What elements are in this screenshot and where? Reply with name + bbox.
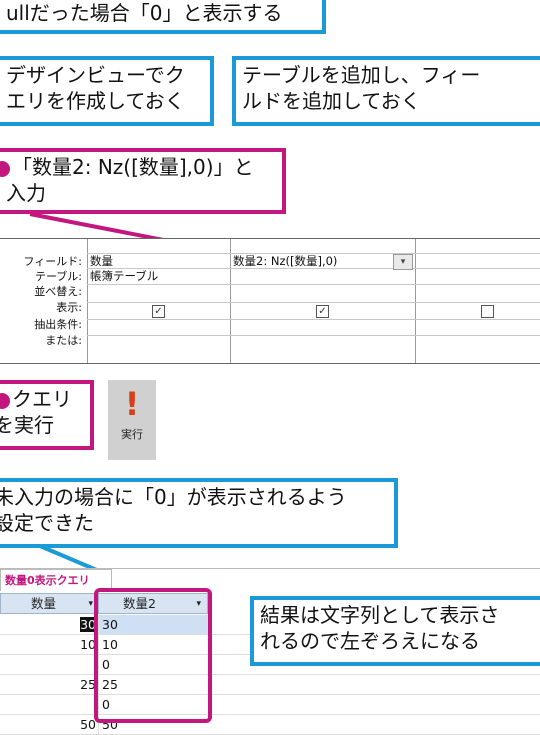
callout-string-line1: 結果は文字列として表示さ bbox=[260, 603, 500, 627]
show-checkbox-col3[interactable] bbox=[481, 305, 494, 318]
cell-quantity[interactable]: 25 bbox=[0, 675, 98, 694]
table-row[interactable]: 50 50 bbox=[0, 715, 540, 735]
row-label-criteria: 抽出条件: bbox=[34, 318, 82, 331]
grid-row-divider bbox=[87, 319, 540, 320]
callout-step3-line2: を実行 bbox=[0, 413, 54, 437]
cell-quantity[interactable]: 10 bbox=[0, 635, 98, 654]
grid-divider bbox=[87, 239, 88, 363]
callout-step2-line2: 入力 bbox=[6, 181, 46, 205]
query-design-grid: フィールド: テーブル: 並べ替え: 表示: 抽出条件: または: 数量 帳簿テ… bbox=[0, 238, 540, 364]
callout-step3-line1: クエリ bbox=[0, 386, 84, 412]
callout-result-line1: 未入力の場合に「0」が表示されるよう bbox=[0, 485, 347, 509]
callout-step2-line1: 「数量2: Nz([数量],0)」と bbox=[0, 154, 276, 180]
callout-design-view-line2: エリを作成しておく bbox=[6, 89, 185, 113]
callout-add-table-line2: ルドを追加しておく bbox=[242, 89, 421, 113]
callout-step2-input: 「数量2: Nz([数量],0)」と 入力 bbox=[0, 148, 286, 214]
grid-row-divider bbox=[87, 302, 540, 303]
grid-divider bbox=[415, 239, 416, 363]
field-dropdown-chevron-down-icon[interactable]: ▾ bbox=[393, 254, 413, 270]
column-highlight-box bbox=[94, 588, 212, 723]
table-row[interactable]: 25 25 bbox=[0, 675, 540, 695]
cell-quantity[interactable]: 30 bbox=[0, 615, 98, 634]
row-label-sort: 並べ替え: bbox=[34, 285, 82, 298]
table-row[interactable]: 0 bbox=[0, 695, 540, 715]
row-label-table: テーブル: bbox=[34, 270, 82, 283]
callout-design-view: デザインビューでク エリを作成しておく bbox=[0, 56, 214, 126]
field-cell-col2[interactable]: 数量2: Nz([数量],0) bbox=[233, 253, 337, 269]
exclamation-icon: ! bbox=[124, 385, 140, 423]
column-header-quantity[interactable]: 数量 ▾ bbox=[0, 593, 98, 614]
step-number-3-icon bbox=[0, 392, 10, 409]
step-number-2-icon bbox=[0, 160, 10, 177]
row-label-show: 表示: bbox=[56, 301, 82, 314]
callout-add-table-line1: テーブルを追加し、フィー bbox=[242, 63, 481, 87]
callout-string-line2: れるので左ぞろえになる bbox=[260, 629, 480, 653]
grid-divider bbox=[230, 239, 231, 363]
run-button-label: 実行 bbox=[121, 428, 143, 441]
grid-row-divider bbox=[87, 284, 540, 285]
field-cell-col1[interactable]: 数量 bbox=[90, 253, 113, 269]
callout-result-line2: 設定できた bbox=[0, 511, 94, 535]
callout-add-table: テーブルを追加し、フィー ルドを追加しておく bbox=[232, 56, 540, 126]
run-query-button[interactable]: ! 実行 bbox=[108, 380, 156, 460]
callout-step3-line1-text: クエリ bbox=[12, 387, 72, 411]
callout-result: 未入力の場合に「0」が表示されるよう 設定できた bbox=[0, 478, 398, 548]
callout-step2-line1-text: 「数量2: Nz([数量],0)」と bbox=[12, 155, 254, 179]
callout-null-zero-text: ullだった場合「0」と表示する bbox=[6, 1, 283, 25]
grid-row-divider bbox=[87, 335, 540, 336]
callout-string-left-align: 結果は文字列として表示さ れるので左ぞろえになる bbox=[250, 596, 540, 666]
show-checkbox-col1[interactable]: ✓ bbox=[152, 305, 165, 318]
cell-quantity[interactable]: 50 bbox=[0, 715, 98, 734]
column-header-quantity-label: 数量 bbox=[31, 596, 57, 611]
tab-query-result[interactable]: 数量0表示クエリ bbox=[0, 569, 112, 591]
sort-chevron-down-icon[interactable]: ▾ bbox=[88, 594, 93, 614]
show-checkbox-col2[interactable]: ✓ bbox=[316, 305, 329, 318]
callout-design-view-line1: デザインビューでク bbox=[6, 63, 185, 87]
row-label-or: または: bbox=[45, 334, 82, 347]
table-cell-col1[interactable]: 帳簿テーブル bbox=[90, 268, 158, 284]
callout-null-zero: ullだった場合「0」と表示する bbox=[0, 0, 326, 34]
callout-step3-run: クエリ を実行 bbox=[0, 380, 94, 450]
row-label-field: フィールド: bbox=[23, 255, 83, 268]
